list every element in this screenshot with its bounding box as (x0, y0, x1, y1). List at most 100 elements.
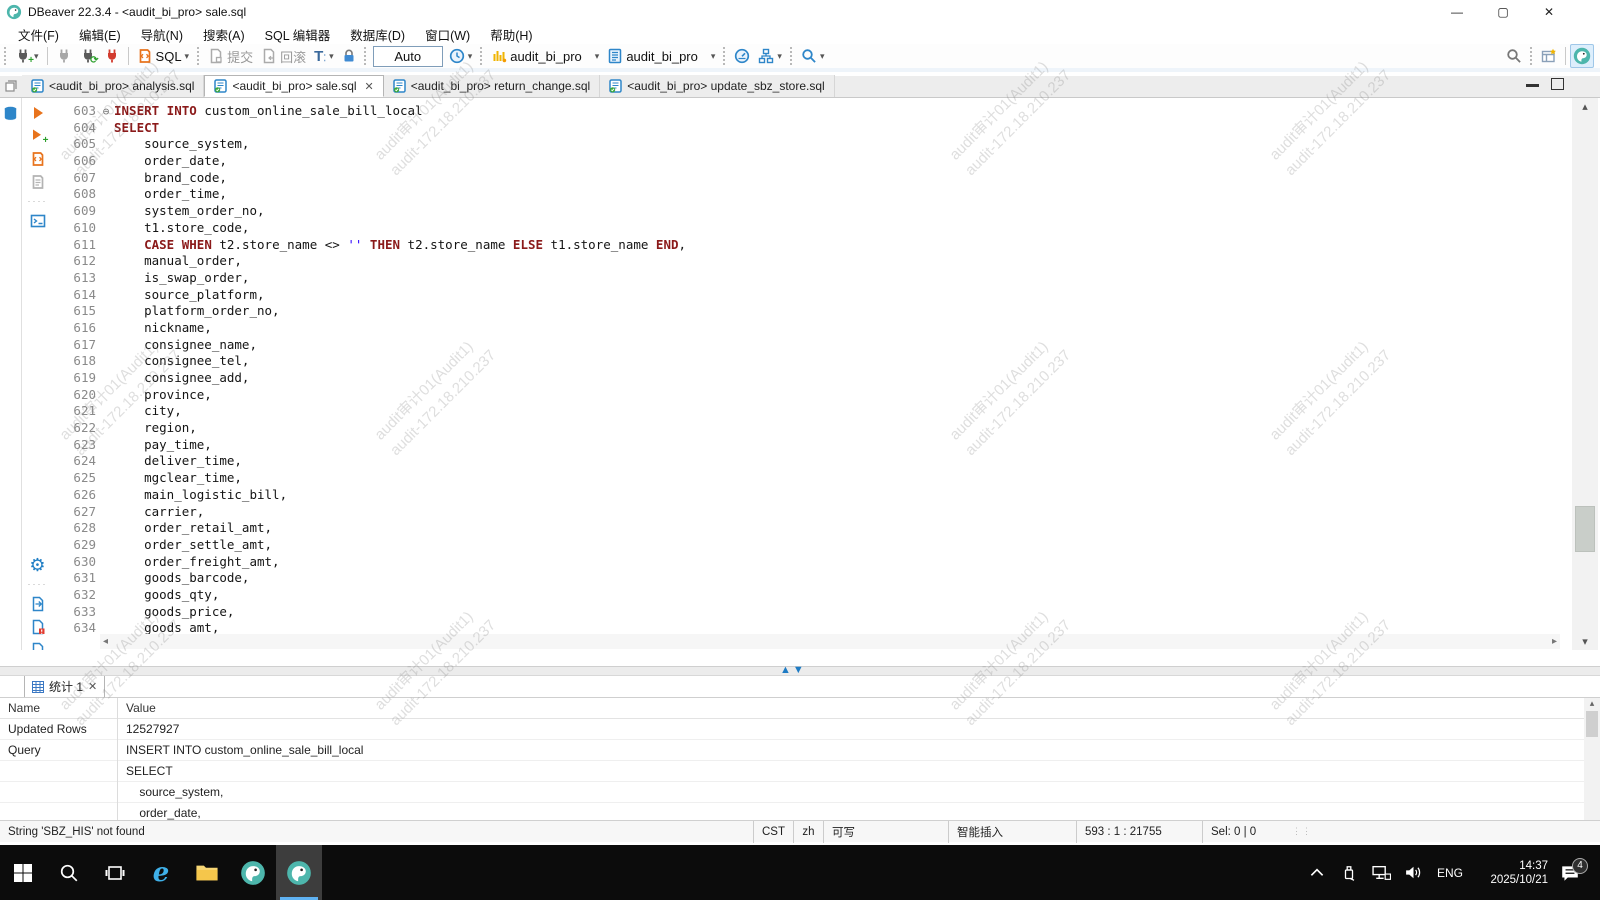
code-line[interactable]: 619 consignee_add, (52, 370, 1570, 387)
menu-item[interactable]: 窗口(W) (415, 24, 480, 44)
editor-vertical-scrollbar[interactable]: ▴ ▾ (1572, 98, 1598, 650)
code-line[interactable]: 617 consignee_name, (52, 337, 1570, 354)
status-timezone[interactable]: CST (753, 820, 793, 843)
tab-close-icon[interactable]: ✕ (88, 680, 97, 693)
scrollbar-thumb[interactable] (1586, 711, 1598, 737)
code-line[interactable]: 612 manual_order, (52, 253, 1570, 270)
panel-sash[interactable]: ▲▼ (0, 664, 1600, 676)
new-connection-button[interactable]: + ▾ (11, 44, 43, 68)
connect-button[interactable] (52, 44, 76, 68)
taskbar-search-icon[interactable] (46, 845, 92, 900)
restore-panel-icon[interactable] (0, 75, 22, 97)
scroll-up-icon[interactable]: ▴ (1572, 100, 1598, 113)
results-scrollbar[interactable]: ▴ (1584, 698, 1600, 820)
stats-row[interactable]: Updated Rows 12527927 (0, 718, 1600, 740)
code-line[interactable]: 603 ⊖ INSERT INTO custom_online_sale_bill_… (52, 103, 1570, 120)
code-line[interactable]: 618 consignee_tel, (52, 353, 1570, 370)
dashboard-button[interactable] (730, 44, 754, 68)
code-line[interactable]: 621 city, (52, 403, 1570, 420)
execute-script-icon[interactable] (30, 151, 46, 167)
code-line[interactable]: 626 main_logistic_bill, (52, 487, 1570, 504)
action-center-icon[interactable]: 4 (1550, 857, 1590, 882)
search-button[interactable]: ▾ (797, 44, 829, 68)
maximize-button[interactable]: ▢ (1480, 0, 1526, 24)
status-locale[interactable]: zh (793, 820, 823, 843)
reconnect-button[interactable]: ⟳ (76, 44, 100, 68)
code-line[interactable]: 607 brand_code, (52, 170, 1570, 187)
task-view-icon[interactable] (92, 845, 138, 900)
internet-explorer-icon[interactable]: e (138, 845, 184, 900)
sql-editor-button[interactable]: SQL ▾ (133, 44, 194, 68)
code-line[interactable]: 632 goods_qty, (52, 587, 1570, 604)
disconnect-button[interactable] (100, 44, 124, 68)
maximize-view-icon[interactable] (1551, 78, 1564, 90)
code-line[interactable]: 633 goods_price, (52, 604, 1570, 621)
code-line[interactable]: 609 system_order_no, (52, 203, 1570, 220)
export-result-icon[interactable] (30, 596, 46, 612)
code-line[interactable]: 611 CASE WHEN t2.store_name <> '' THEN t… (52, 237, 1570, 254)
code-line[interactable]: 629 order_settle_amt, (52, 537, 1570, 554)
code-line[interactable]: 624 deliver_time, (52, 453, 1570, 470)
connection-selector[interactable]: audit_bi_pro ▾ (487, 44, 603, 68)
commit-button[interactable]: 提交 (204, 44, 257, 68)
menu-item[interactable]: 编辑(E) (69, 24, 131, 44)
editor-horizontal-scrollbar[interactable]: ◂ ▸ (100, 634, 1560, 649)
status-caret-position[interactable]: 593 : 1 : 21755 (1076, 820, 1202, 843)
minimize-view-icon[interactable] (1526, 82, 1539, 87)
close-button[interactable]: ✕ (1526, 0, 1572, 24)
dbeaver-taskbar-icon-active[interactable] (276, 845, 322, 900)
schema-selector[interactable]: audit_bi_pro ▾ (603, 44, 719, 68)
code-line[interactable]: 628 order_retail_amt, (52, 520, 1570, 537)
file-explorer-icon[interactable] (184, 845, 230, 900)
code-line[interactable]: 610 t1.store_code, (52, 220, 1570, 237)
tray-language[interactable]: ENG (1430, 866, 1470, 880)
scrollbar-thumb[interactable] (1575, 506, 1595, 552)
code-line[interactable]: 605 source_system, (52, 136, 1570, 153)
menu-item[interactable]: 帮助(H) (480, 24, 542, 44)
database-navigator-icon[interactable] (2, 106, 20, 127)
tray-chevron-up-icon[interactable] (1302, 868, 1332, 877)
menu-item[interactable]: 文件(F) (8, 24, 69, 44)
code-line[interactable]: 604 SELECT (52, 120, 1570, 137)
tab-update-sbz-store-sql[interactable]: <audit_bi_pro> update_sbz_store.sql (600, 75, 835, 97)
tab-close-icon[interactable]: ✕ (365, 80, 374, 93)
code-line[interactable]: 630 order_freight_amt, (52, 554, 1570, 571)
code-line[interactable]: 631 goods_barcode, (52, 570, 1570, 587)
stats-row[interactable]: SELECT (0, 760, 1600, 782)
stats-row[interactable]: Query INSERT INTO custom_online_sale_bill… (0, 739, 1600, 761)
commit-mode-select[interactable]: Auto (372, 45, 443, 67)
code-line[interactable]: 616 nickname, (52, 320, 1570, 337)
tab-sale-sql[interactable]: <audit_bi_pro> sale.sql ✕ (204, 75, 384, 97)
code-line[interactable]: 606 order_date, (52, 153, 1570, 170)
stats-row[interactable]: order_date, (0, 802, 1600, 820)
scroll-down-icon[interactable]: ▾ (1572, 635, 1598, 648)
code-line[interactable]: 620 province, (52, 387, 1570, 404)
lock-button[interactable] (338, 44, 360, 68)
start-button[interactable] (0, 845, 46, 900)
scroll-left-icon[interactable]: ◂ (103, 634, 108, 649)
scroll-up-icon[interactable]: ▴ (1584, 698, 1600, 709)
transaction-log-button[interactable]: T⁚ ▾ (310, 44, 338, 68)
menu-item[interactable]: 数据库(D) (340, 24, 415, 44)
dbeaver-perspective-button[interactable] (1570, 44, 1594, 68)
tray-network-icon[interactable] (1366, 865, 1396, 881)
tray-usb-icon[interactable] (1334, 864, 1364, 882)
minimize-button[interactable]: — (1434, 0, 1480, 24)
code-line[interactable]: 608 order_time, (52, 186, 1570, 203)
execute-new-tab-icon[interactable]: + (30, 128, 49, 146)
er-diagram-button[interactable]: ▾ (754, 44, 786, 68)
tray-clock[interactable]: 14:37 2025/10/21 (1472, 859, 1548, 887)
settings-gear-icon[interactable]: ⚙ (29, 556, 45, 574)
open-perspective-button[interactable] (1537, 44, 1561, 68)
terminal-icon[interactable] (30, 213, 46, 229)
execute-statement-icon[interactable] (30, 105, 46, 121)
save-file-icon[interactable] (30, 642, 46, 650)
rollback-button[interactable]: 回滚 (257, 44, 310, 68)
menu-item[interactable]: SQL 编辑器 (255, 24, 341, 44)
tab-statistics[interactable]: 统计 1 ✕ (24, 676, 106, 697)
scroll-right-icon[interactable]: ▸ (1552, 634, 1557, 649)
stats-row[interactable]: source_system, (0, 781, 1600, 803)
code-line[interactable]: 622 region, (52, 420, 1570, 437)
code-line[interactable]: 627 carrier, (52, 504, 1570, 521)
code-line[interactable]: 615 platform_order_no, (52, 303, 1570, 320)
